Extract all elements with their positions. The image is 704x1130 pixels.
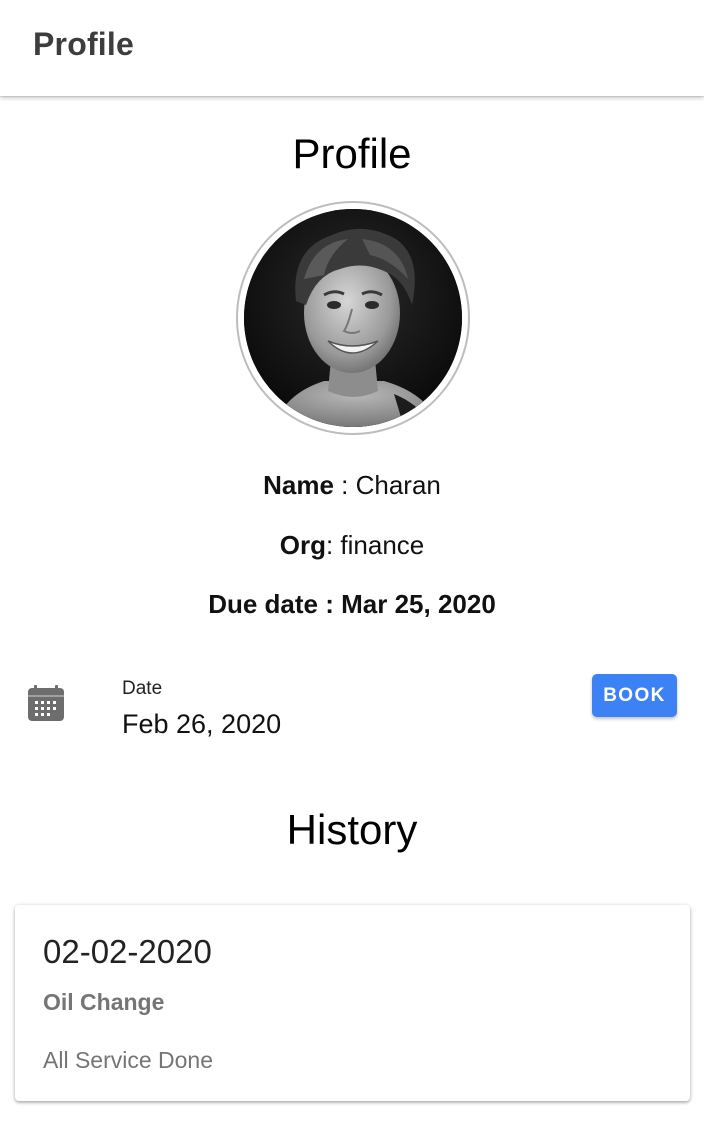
history-card: 02-02-2020 Oil Change All Service Done (15, 905, 690, 1101)
due-date-value: Mar 25, 2020 (341, 589, 496, 619)
history-heading: History (286, 806, 418, 853)
org-separator: : (325, 530, 341, 560)
org-row: Org: finance (0, 530, 704, 561)
calendar-icon[interactable] (26, 684, 66, 724)
app-bar: Profile (0, 0, 704, 96)
org-value: finance (340, 530, 425, 560)
due-date-row: Due date : Mar 25, 2020 (0, 589, 704, 620)
profile-heading: Profile (292, 130, 412, 177)
name-label: Name (263, 470, 334, 500)
date-value[interactable]: Feb 26, 2020 (122, 709, 281, 740)
avatar (244, 209, 462, 427)
name-row: Name : Charan (0, 470, 704, 501)
name-separator: : (333, 470, 356, 500)
user-photo-icon (244, 209, 462, 427)
date-caption: Date (122, 678, 163, 699)
app-bar-title: Profile (33, 26, 134, 62)
history-status: All Service Done (43, 1047, 214, 1073)
org-label: Org (279, 530, 326, 560)
history-service: Oil Change (43, 989, 165, 1015)
book-button[interactable]: BOOK (592, 674, 677, 717)
history-date: 02-02-2020 (43, 933, 212, 970)
name-value: Charan (355, 470, 441, 500)
due-date-label: Due date : (208, 589, 342, 619)
avatar-frame (236, 201, 470, 435)
